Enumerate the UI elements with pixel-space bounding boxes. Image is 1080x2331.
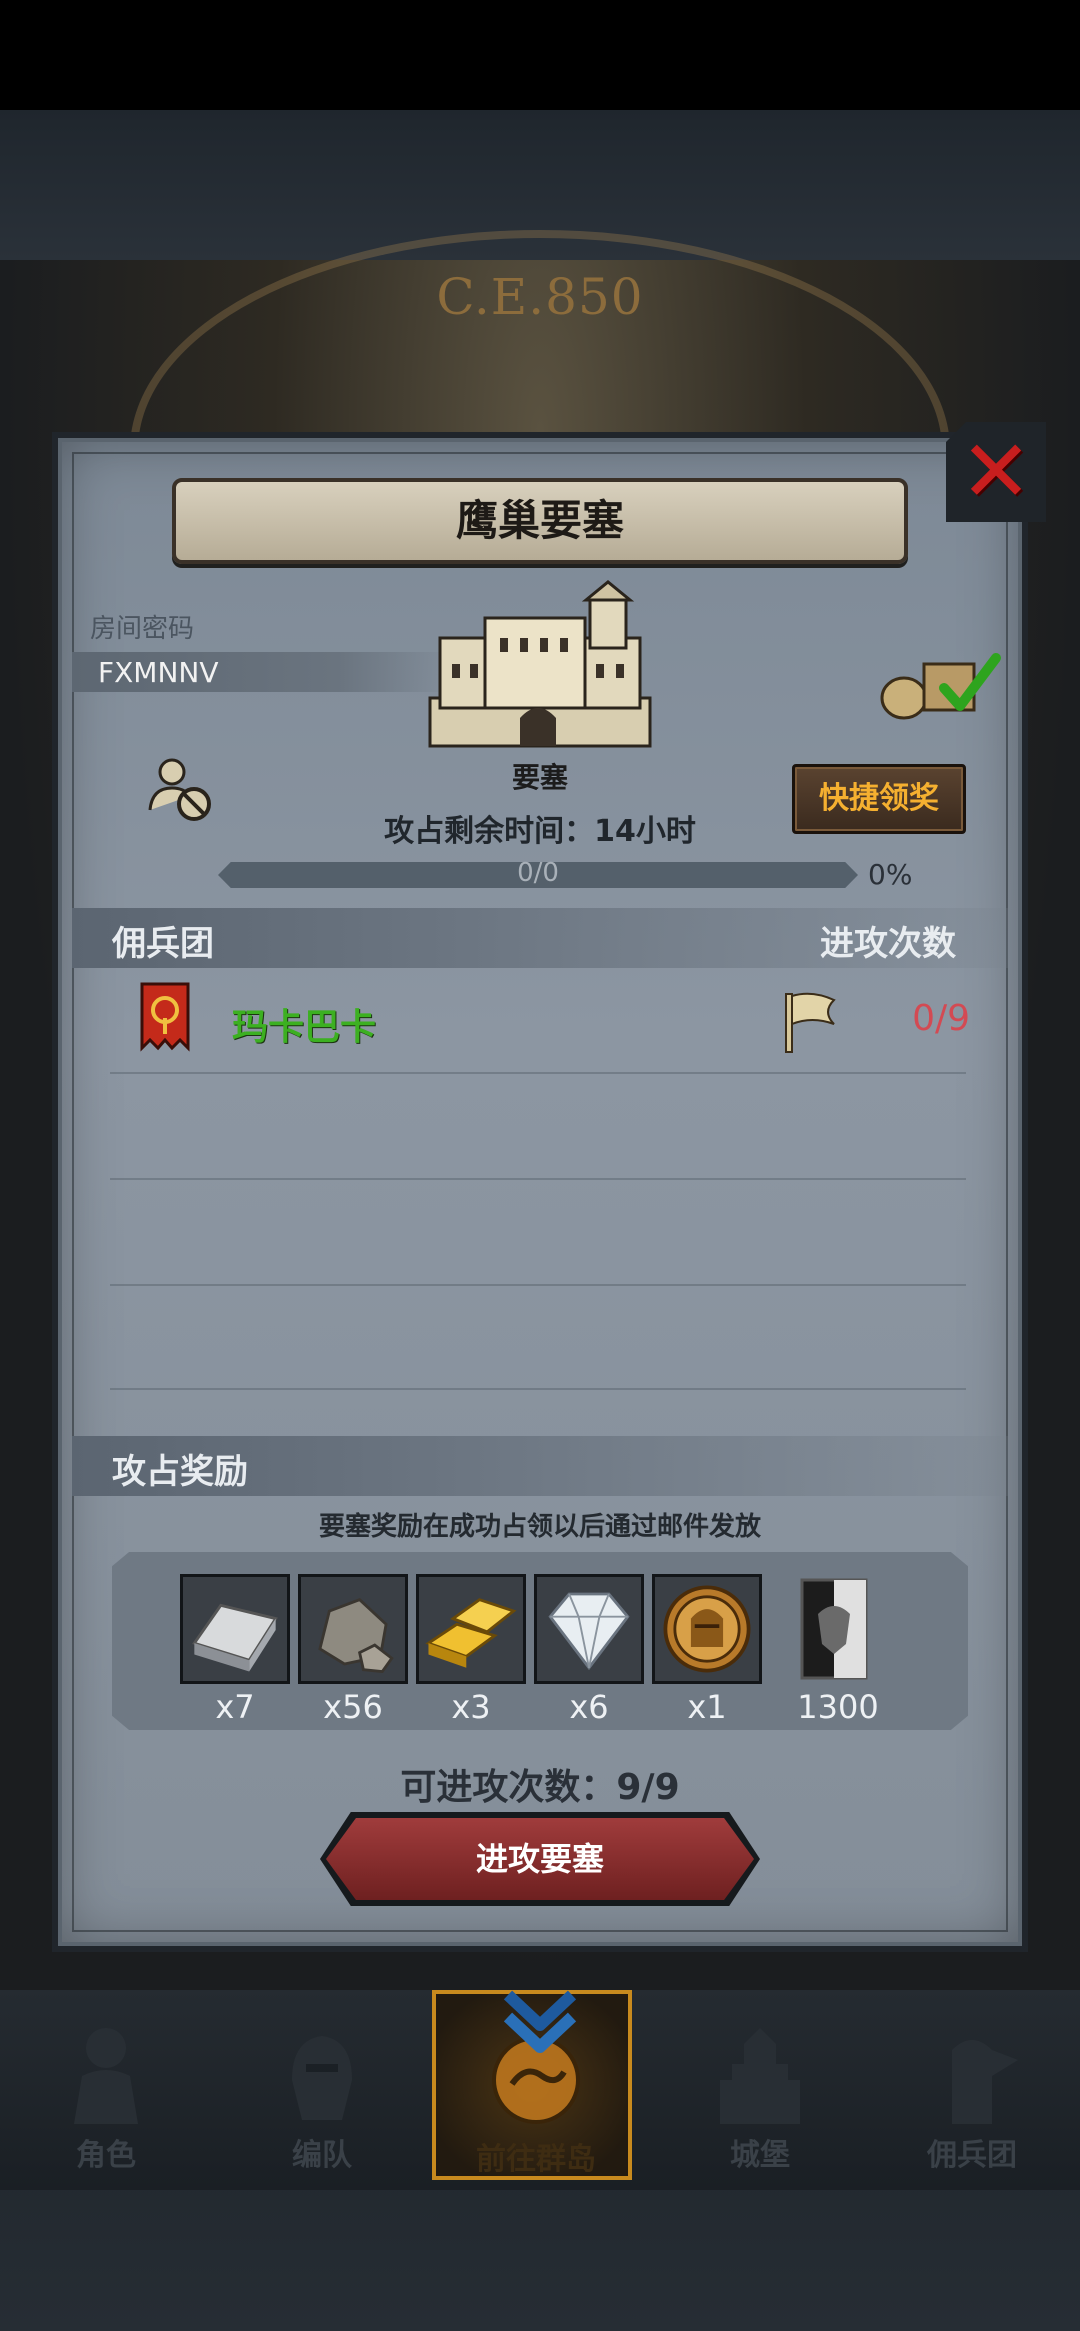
nav-islands-label: 前往群岛 (476, 2142, 596, 2177)
row-divider (110, 1284, 966, 1286)
nav-formation-label: 编队 (292, 2138, 352, 2173)
attack-fortress-button[interactable]: 进攻要塞 (326, 1818, 754, 1900)
guild-banner-icon (140, 982, 190, 1052)
reward-qty: x6 (569, 1688, 609, 1726)
era-label: C.E.850 (436, 268, 644, 326)
reward-bag-icon[interactable] (874, 640, 1004, 720)
diamond-icon[interactable] (534, 1574, 644, 1684)
guild-name[interactable]: 玛卡巴卡 (232, 998, 376, 1050)
reward-note: 要塞奖励在成功占领以后通过邮件发放 (318, 1512, 761, 1542)
nav-mercenary[interactable]: 佣兵团 (872, 1990, 1072, 2180)
faction-banner-icon[interactable] (798, 1574, 870, 1684)
close-button[interactable]: ✕ (946, 422, 1046, 522)
row-divider (110, 1178, 966, 1180)
guild-attack-count: 0/9 (912, 998, 970, 1039)
knight-medal-icon[interactable] (652, 1574, 762, 1684)
capture-progress-text: 0/0 (517, 858, 559, 888)
reward-qty: x3 (451, 1688, 491, 1726)
nav-castle-label: 城堡 (730, 2138, 790, 2173)
dialog-title: 鹰巢要塞 (455, 496, 624, 545)
reward-qty: x7 (215, 1688, 255, 1726)
room-code-label: 房间密码 (90, 614, 195, 644)
nav-character[interactable]: 角色 (6, 1990, 206, 2180)
iron-ingot-icon[interactable] (180, 1574, 290, 1684)
title-banner: 鹰巢要塞 (172, 478, 908, 564)
character-icon (74, 2028, 138, 2124)
reward-qty: x56 (323, 1688, 383, 1726)
row-divider (110, 1388, 966, 1390)
fortress-label: 要塞 (511, 761, 568, 794)
stone-icon[interactable] (298, 1574, 408, 1684)
remaining-attacks: 可进攻次数：9/9 (400, 1767, 680, 1808)
nav-mercenary-label: 佣兵团 (927, 2138, 1017, 2173)
chevron-down-icon (503, 1990, 577, 2053)
attack-count-header: 进攻次数 (820, 924, 956, 964)
row-divider (110, 1072, 966, 1074)
nav-formation[interactable]: 编队 (222, 1990, 422, 2180)
gold-bar-icon[interactable] (416, 1574, 526, 1684)
mercenary-section-title: 佣兵团 (112, 924, 214, 964)
reward-qty: x1 (687, 1688, 727, 1726)
nav-character-label: 角色 (76, 2138, 136, 2173)
nav-castle[interactable]: 城堡 (660, 1990, 860, 2180)
attack-flag-icon (785, 992, 836, 1053)
castle-icon (720, 2028, 800, 2124)
status-bar (0, 0, 1080, 110)
mercenary-icon (952, 2040, 1018, 2124)
capture-time-remaining: 攻占剩余时间：14小时 (384, 814, 696, 849)
fortress-icon (428, 580, 652, 748)
rewards-section-title: 攻占奖励 (112, 1452, 248, 1492)
reward-qty: 1300 (797, 1688, 879, 1726)
capture-progress-percent: 0% (868, 858, 913, 891)
close-icon: ✕ (959, 422, 1033, 522)
formation-icon (292, 2036, 352, 2120)
room-code-value[interactable]: FXMNNV (98, 656, 219, 689)
attack-fortress-label: 进攻要塞 (475, 1840, 604, 1878)
